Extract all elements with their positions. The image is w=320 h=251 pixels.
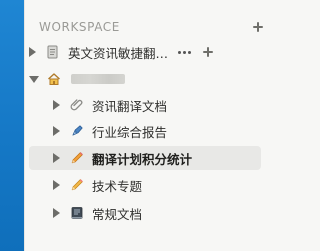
chevron-down-icon[interactable] [29, 75, 39, 83]
workspace-title: WORKSPACE [39, 20, 120, 34]
tree-item-workspace-root[interactable] [29, 67, 255, 91]
workspace-sidebar: WORKSPACE 英文资讯敏捷翻… 资讯翻译文档 行业综合报告 翻译计划积分统… [24, 0, 263, 251]
tree-item-industry-report[interactable]: 行业综合报告 [29, 119, 255, 143]
pen-icon [70, 124, 84, 138]
left-accent-bar [0, 0, 24, 251]
chevron-right-icon[interactable] [53, 180, 60, 190]
tree-item-regular-docs[interactable]: 常规文档 [29, 201, 255, 225]
add-child-icon[interactable] [201, 45, 215, 59]
redacted-label [71, 74, 125, 84]
tree-item-translation-points[interactable]: 翻译计划积分统计 [29, 146, 261, 170]
tree-item-label: 常规文档 [92, 206, 143, 222]
tree-item-label: 行业综合报告 [92, 124, 168, 140]
app: WORKSPACE 英文资讯敏捷翻… 资讯翻译文档 行业综合报告 翻译计划积分统… [0, 0, 263, 251]
pencil-icon [70, 178, 84, 192]
tree-item-label: 英文资讯敏捷翻… [68, 45, 169, 61]
book-icon [70, 206, 84, 220]
house-icon [47, 72, 61, 86]
tree-item-label: 资讯翻译文档 [92, 98, 168, 114]
tree-item-tech-topics[interactable]: 技术专题 [29, 173, 255, 197]
add-workspace-item-icon[interactable] [251, 20, 265, 34]
tree-item-news-translation-doc[interactable]: 资讯翻译文档 [29, 93, 255, 117]
chevron-right-icon[interactable] [53, 153, 60, 163]
tree-item-label: 翻译计划积分统计 [92, 151, 193, 167]
tree-item-label: 技术专题 [92, 178, 143, 194]
workspace-header: WORKSPACE [39, 18, 265, 36]
paperclip-icon [70, 98, 84, 112]
document-icon [46, 45, 60, 59]
chevron-right-icon[interactable] [53, 100, 60, 110]
tree-item-english-news[interactable]: 英文资讯敏捷翻… [29, 40, 255, 64]
pencil-icon [70, 151, 84, 165]
chevron-right-icon[interactable] [29, 47, 36, 57]
chevron-right-icon[interactable] [53, 208, 60, 218]
more-actions-icon[interactable] [178, 50, 192, 54]
chevron-right-icon[interactable] [53, 126, 60, 136]
